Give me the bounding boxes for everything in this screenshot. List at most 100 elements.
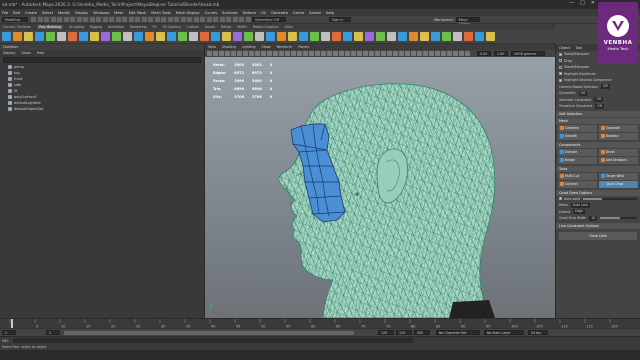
viewport-tool-icon[interactable] xyxy=(255,51,260,56)
viewport-tool-icon[interactable] xyxy=(327,51,332,56)
status-tool-icon[interactable] xyxy=(89,17,95,22)
close-icon[interactable]: ✕ xyxy=(591,0,595,9)
outliner-menu-show[interactable]: Show xyxy=(22,51,31,55)
status-tool-icon[interactable] xyxy=(226,17,231,22)
time-slider[interactable]: 0510152025303540455055606570758085909510… xyxy=(0,318,640,329)
option-checkbox[interactable] xyxy=(559,59,562,63)
shelf-tool-icon[interactable] xyxy=(453,32,462,41)
viewport-tool-icon[interactable] xyxy=(375,51,380,56)
outliner-menu-display[interactable]: Display xyxy=(3,51,16,55)
status-tool-icon[interactable] xyxy=(167,17,173,22)
exposure-field[interactable]: 0.00 xyxy=(477,51,491,56)
anim-layer-dropdown[interactable]: No Anim Layer xyxy=(484,330,524,335)
fps-dropdown[interactable]: 24 fps xyxy=(528,330,548,335)
selection-constraint-value[interactable]: Off xyxy=(594,97,603,103)
shelf-tool-icon[interactable] xyxy=(464,32,473,41)
shelf-tab-sculpting[interactable]: Sculpting xyxy=(69,25,84,29)
relax-dropdown[interactable]: Auto Lock xyxy=(570,202,590,208)
menu-generate[interactable]: Generate xyxy=(271,11,288,15)
add-divisions-button[interactable]: Add Divisions xyxy=(599,156,638,164)
shelf-tool-icon[interactable] xyxy=(486,32,495,41)
shelf-tool-icon[interactable] xyxy=(112,32,121,41)
shelf-tool-icon[interactable] xyxy=(365,32,374,41)
live-constraint-header[interactable]: Live Constraint Options xyxy=(556,222,640,229)
sign-in-button[interactable]: Sign In xyxy=(329,17,351,22)
status-tool-icon[interactable] xyxy=(76,17,82,22)
option-checkbox[interactable] xyxy=(559,78,562,82)
range-end-field[interactable]: 120 xyxy=(396,330,412,335)
status-tool-icon[interactable] xyxy=(57,17,62,22)
status-tool-icon[interactable] xyxy=(193,17,199,22)
shelf-tool-icon[interactable] xyxy=(57,32,66,41)
shelf-tab-mash[interactable]: MASH xyxy=(237,25,246,29)
outliner-search-input[interactable] xyxy=(3,57,201,63)
viewport-tool-icon[interactable] xyxy=(231,51,236,56)
shelf-tool-icon[interactable] xyxy=(475,32,484,41)
maximize-icon[interactable]: □ xyxy=(580,0,585,9)
viewport-tool-icon[interactable] xyxy=(393,51,398,56)
viewport-tool-icon[interactable] xyxy=(453,51,458,56)
status-tool-icon[interactable] xyxy=(96,17,101,22)
status-tool-icon[interactable] xyxy=(128,17,134,22)
range-end-inner-field[interactable]: 120 xyxy=(378,330,394,335)
menu-uv[interactable]: UV xyxy=(261,11,266,15)
clear-defs-button[interactable]: Clear Defs xyxy=(559,231,637,240)
viewport-panel[interactable]: View Shading Lighting Show Renderer Panels 0.… xyxy=(205,44,555,318)
viewport-tool-icon[interactable] xyxy=(219,51,224,56)
status-tool-icon[interactable] xyxy=(187,17,192,22)
viewport-tool-icon[interactable] xyxy=(441,51,446,56)
shelf-tool-icon[interactable] xyxy=(134,32,143,41)
viewport-tool-icon[interactable] xyxy=(435,51,440,56)
status-tool-icon[interactable] xyxy=(102,17,108,22)
status-tool-icon[interactable] xyxy=(115,17,121,22)
viewport-tool-icon[interactable] xyxy=(411,51,416,56)
shelf-tab-curves-surfaces[interactable]: Curves / Surfaces xyxy=(3,25,31,29)
viewport-tool-icon[interactable] xyxy=(261,51,266,56)
menu-help[interactable]: Help xyxy=(326,11,334,15)
status-tool-icon[interactable] xyxy=(174,17,179,22)
shelf-tool-icon[interactable] xyxy=(79,32,88,41)
shelf-tool-icon[interactable] xyxy=(244,32,253,41)
bevel-button[interactable]: Bevel xyxy=(599,148,638,156)
multi-cut-button[interactable]: Multi-Cut xyxy=(558,172,597,180)
workspace-dropdown[interactable]: Maya Classic xyxy=(455,17,480,26)
viewport-tool-icon[interactable] xyxy=(345,51,350,56)
viewport-tool-icon[interactable] xyxy=(357,51,362,56)
shelf-tool-icon[interactable] xyxy=(442,32,451,41)
shelf-tool-icon[interactable] xyxy=(310,32,319,41)
shelf-tool-icon[interactable] xyxy=(156,32,165,41)
outliner-item[interactable]: defaultObjectSet xyxy=(0,106,204,112)
shelf-tool-icon[interactable] xyxy=(431,32,440,41)
menu-mesh-display[interactable]: Mesh Display xyxy=(176,11,200,15)
character-set-dropdown[interactable]: No Character Set xyxy=(436,330,480,335)
shelf-tool-icon[interactable] xyxy=(46,32,55,41)
viewport-menu-renderer[interactable]: Renderer xyxy=(277,45,292,49)
shelf-tool-icon[interactable] xyxy=(2,32,11,41)
viewport-tool-icon[interactable] xyxy=(225,51,230,56)
status-tool-icon[interactable] xyxy=(232,17,238,22)
status-tool-icon[interactable] xyxy=(135,17,140,22)
viewport-tool-icon[interactable] xyxy=(213,51,218,56)
status-tool-icon[interactable] xyxy=(37,17,43,22)
symmetry-value[interactable]: Off xyxy=(578,90,588,96)
shelf-tab-rigging[interactable]: Rigging xyxy=(90,25,102,29)
viewport-tool-icon[interactable] xyxy=(351,51,356,56)
menu-deform[interactable]: Deform xyxy=(243,11,256,15)
viewport-tool-icon[interactable] xyxy=(369,51,374,56)
status-tool-icon[interactable] xyxy=(161,17,166,22)
status-tool-icon[interactable] xyxy=(154,17,160,22)
menu-windows[interactable]: Windows xyxy=(93,11,109,15)
minimize-icon[interactable]: — xyxy=(569,0,574,9)
shelf-tool-icon[interactable] xyxy=(354,32,363,41)
shelf-tool-icon[interactable] xyxy=(332,32,341,41)
viewport-tool-icon[interactable] xyxy=(333,51,338,56)
status-tool-icon[interactable] xyxy=(180,17,186,22)
status-tool-icon[interactable] xyxy=(70,17,75,22)
shelf-tool-icon[interactable] xyxy=(211,32,220,41)
shelf-tab-fx[interactable]: FX xyxy=(153,25,157,29)
menu-create[interactable]: Create xyxy=(25,11,37,15)
quad-strip-field[interactable]: 10 xyxy=(589,215,598,221)
extrude-button[interactable]: Extrude xyxy=(558,148,597,156)
auto-weld-slider[interactable] xyxy=(582,197,637,200)
shelf-tool-icon[interactable] xyxy=(35,32,44,41)
